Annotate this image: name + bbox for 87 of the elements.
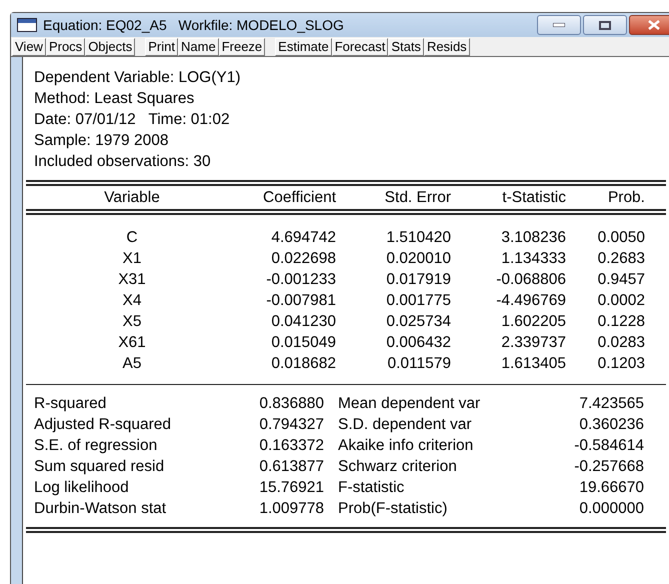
statistic-value: 0.360236 <box>578 415 644 435</box>
statistic-label: Durbin-Watson stat <box>34 499 168 519</box>
window-app-icon <box>17 18 37 32</box>
statistic-label: Log likelihood <box>34 478 130 498</box>
statistic-label: F-statistic <box>338 478 406 498</box>
column-header: Prob. <box>606 188 645 208</box>
toolbar-button[interactable]: Resids <box>424 38 470 56</box>
toolbar-button[interactable]: View <box>12 38 46 56</box>
minimize-icon <box>553 23 565 27</box>
coefficient-cell-text: 0.018682 <box>270 354 336 374</box>
statistic-value: 7.423565 <box>578 394 644 414</box>
variable-cell-text: A5 <box>122 354 142 374</box>
toolbar-button[interactable]: Freeze <box>218 38 266 56</box>
statistic-label: R-squared <box>34 394 108 414</box>
statistic-value: 0.836880 <box>258 394 324 414</box>
statistic-value: 0.794327 <box>258 415 324 435</box>
statistic-label: Adjusted R-squared <box>34 415 172 435</box>
prob-cell-text: 0.0283 <box>596 333 645 353</box>
coefficient-cell-text: -0.001233 <box>265 270 336 290</box>
prob-cell-text: 0.0002 <box>596 291 645 311</box>
prob-cell-text: 0.9457 <box>596 270 645 290</box>
toolbar-button[interactable]: Print <box>145 38 178 56</box>
window-title: Equation: EQ02_A5 Workfile: MODELO_SLOG <box>43 16 344 35</box>
statistic-label: Mean dependent var <box>338 394 482 414</box>
std-error-cell-text: 0.020010 <box>385 249 451 269</box>
statistic-value: -0.257668 <box>573 457 644 477</box>
close-button[interactable] <box>629 15 669 35</box>
coefficient-cell-text: 0.022698 <box>270 249 336 269</box>
header-line: Method: Least Squares <box>34 89 194 109</box>
toolbar-button[interactable]: Procs <box>46 38 86 56</box>
header-line: Dependent Variable: LOG(Y1) <box>34 68 240 88</box>
toolbar-button[interactable]: Stats <box>388 38 424 56</box>
restore-icon <box>599 20 611 30</box>
statistic-value: 0.613877 <box>258 457 324 477</box>
statistic-label: Prob(F-statistic) <box>338 499 448 519</box>
column-header: t-Statistic <box>501 188 566 208</box>
header-line: Date: 07/01/12 Time: 01:02 <box>34 110 230 130</box>
t-statistic-cell-text: 1.602205 <box>500 312 566 332</box>
statistic-value: 0.000000 <box>578 499 644 519</box>
column-header: Variable <box>103 188 161 208</box>
std-error-cell-text: 0.025734 <box>385 312 451 332</box>
std-error-cell-text: 0.011579 <box>386 354 451 374</box>
std-error-cell-text: 0.006432 <box>385 333 451 353</box>
toolbar-button[interactable]: Forecast <box>332 38 388 56</box>
statistic-label: S.E. of regression <box>34 436 158 456</box>
variable-cell-text: X5 <box>122 312 142 332</box>
toolbar-button[interactable]: Estimate <box>275 38 332 56</box>
maximize-button[interactable] <box>583 15 627 35</box>
minimize-button[interactable] <box>537 15 581 35</box>
variable-cell-text: X61 <box>117 333 147 353</box>
header-line: Sample: 1979 2008 <box>34 131 168 151</box>
toolbar-button[interactable]: Name <box>178 38 219 56</box>
column-header: Coefficient <box>262 188 336 208</box>
statistic-label: Schwarz criterion <box>338 457 458 477</box>
column-header: Std. Error <box>384 188 451 208</box>
t-statistic-cell-text: -4.496769 <box>495 291 566 311</box>
coefficient-cell-text: 4.694742 <box>270 228 336 248</box>
t-statistic-cell-text: 3.108236 <box>500 228 566 248</box>
t-statistic-cell-text: -0.068806 <box>495 270 566 290</box>
header-line: Included observations: 30 <box>34 152 211 172</box>
statistic-value: 0.163372 <box>258 436 324 456</box>
statistic-label: Sum squared resid <box>34 457 166 477</box>
prob-cell-text: 0.1228 <box>596 312 645 332</box>
std-error-cell-text: 1.510420 <box>385 228 451 248</box>
statistic-label: S.D. dependent var <box>338 415 473 435</box>
variable-cell-text: X1 <box>122 249 142 269</box>
coefficient-cell-text: 0.041230 <box>270 312 336 332</box>
prob-cell-text: 0.2683 <box>596 249 645 269</box>
t-statistic-cell-text: 2.339737 <box>500 333 566 353</box>
std-error-cell-text: 0.017919 <box>385 270 451 290</box>
t-statistic-cell-text: 1.134333 <box>500 249 566 269</box>
close-icon <box>648 20 660 30</box>
variable-cell-text: X31 <box>117 270 147 290</box>
toolbar-button[interactable]: Objects <box>85 38 136 56</box>
statistic-value: 15.76921 <box>258 478 324 498</box>
prob-cell-text: 0.1203 <box>596 354 645 374</box>
variable-cell-text: C <box>125 228 139 248</box>
coefficient-cell-text: 0.015049 <box>270 333 336 353</box>
statistic-label: Akaike info criterion <box>338 436 474 456</box>
variable-cell-text: X4 <box>122 291 142 311</box>
statistic-value: -0.584614 <box>573 436 644 456</box>
statistic-value: 1.009778 <box>258 499 324 519</box>
coefficient-cell-text: -0.007981 <box>265 291 336 311</box>
t-statistic-cell-text: 1.613405 <box>500 354 566 374</box>
statistic-value: 19.66670 <box>578 478 644 498</box>
std-error-cell-text: 0.001775 <box>385 291 451 311</box>
prob-cell-text: 0.0050 <box>596 228 645 248</box>
